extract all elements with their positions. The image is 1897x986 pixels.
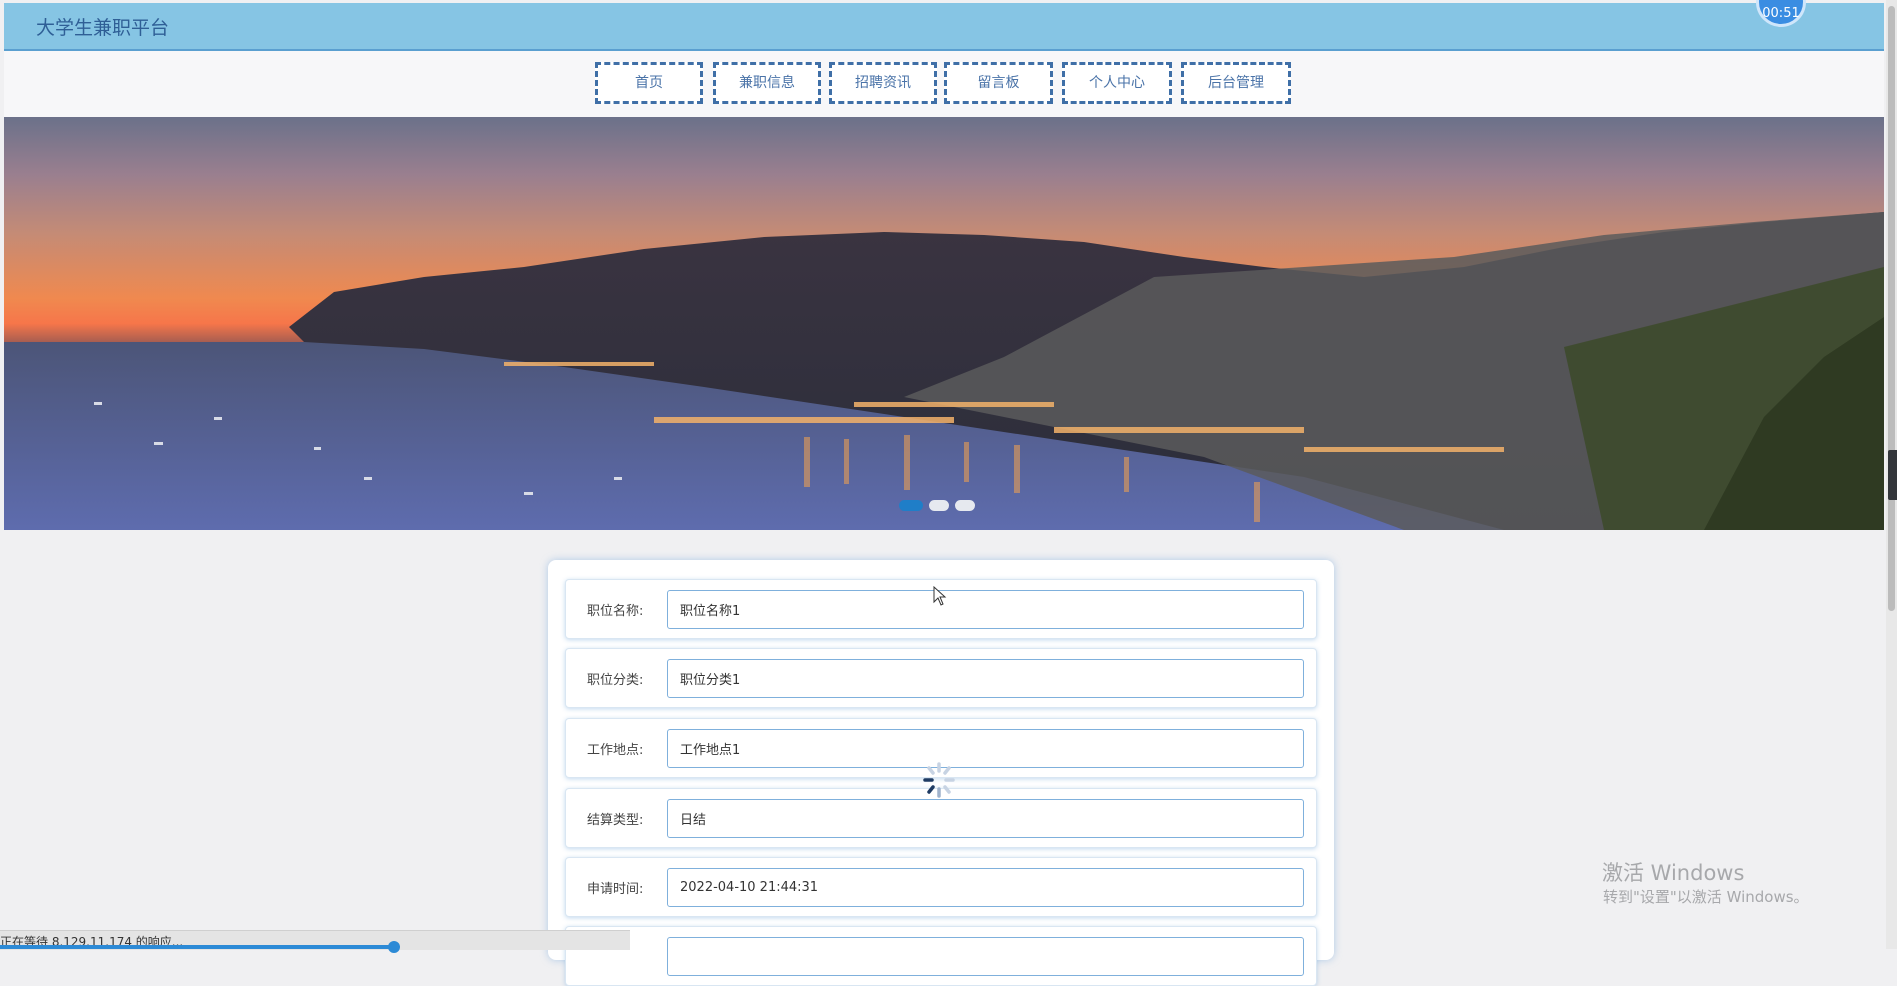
job-name-label: 职位名称:: [587, 604, 644, 619]
job-name-field[interactable]: [667, 590, 1304, 629]
nav-item-part-time-info[interactable]: 兼职信息: [713, 62, 821, 104]
work-location-label: 工作地点:: [587, 743, 644, 758]
timer-badge: 00:51: [1756, 0, 1806, 27]
hero-banner: [4, 117, 1884, 530]
main-nav: 首页 兼职信息 招聘资讯 留言板 个人中心 后台管理: [4, 51, 1884, 117]
carousel-dot-2[interactable]: [929, 500, 949, 511]
next-field[interactable]: [667, 937, 1304, 976]
nav-item-message-board[interactable]: 留言板: [944, 62, 1053, 104]
side-collapse-tab[interactable]: [1888, 450, 1897, 500]
windows-activation-title: 激活 Windows: [1602, 861, 1745, 885]
windows-activation-hint: 转到"设置"以激活 Windows。: [1603, 888, 1809, 906]
nav-item-home[interactable]: 首页: [595, 62, 703, 104]
job-detail-form: 职位名称: 职位分类: 工作地点: 结算类型: 申请时间:: [548, 560, 1334, 986]
form-row-next: [565, 926, 1317, 986]
brand-title[interactable]: 大学生兼职平台: [36, 13, 169, 40]
form-row-apply-time: 申请时间:: [565, 857, 1317, 917]
top-header-bar: 大学生兼职平台 00:51: [4, 0, 1884, 51]
job-category-field[interactable]: [667, 659, 1304, 698]
banner-image: [4, 212, 1884, 530]
loading-progress-knob: [388, 941, 400, 953]
nav-item-personal-center[interactable]: 个人中心: [1062, 62, 1172, 104]
mouse-cursor-icon: [933, 586, 947, 606]
nav-item-admin[interactable]: 后台管理: [1181, 62, 1291, 104]
settlement-type-field[interactable]: [667, 799, 1304, 838]
loading-progress-bar: [0, 945, 395, 949]
carousel-dot-1[interactable]: [899, 500, 923, 511]
settlement-type-label: 结算类型:: [587, 813, 644, 828]
apply-time-label: 申请时间:: [587, 882, 644, 897]
page-scrollbar-thumb[interactable]: [1888, 6, 1895, 611]
work-location-field[interactable]: [667, 729, 1304, 768]
carousel-dot-3[interactable]: [955, 500, 975, 511]
apply-time-field[interactable]: [667, 868, 1304, 907]
loading-spinner-icon: [923, 762, 955, 798]
form-row-job-category: 职位分类:: [565, 648, 1317, 708]
nav-item-recruit-news[interactable]: 招聘资讯: [829, 62, 937, 104]
job-category-label: 职位分类:: [587, 673, 644, 688]
